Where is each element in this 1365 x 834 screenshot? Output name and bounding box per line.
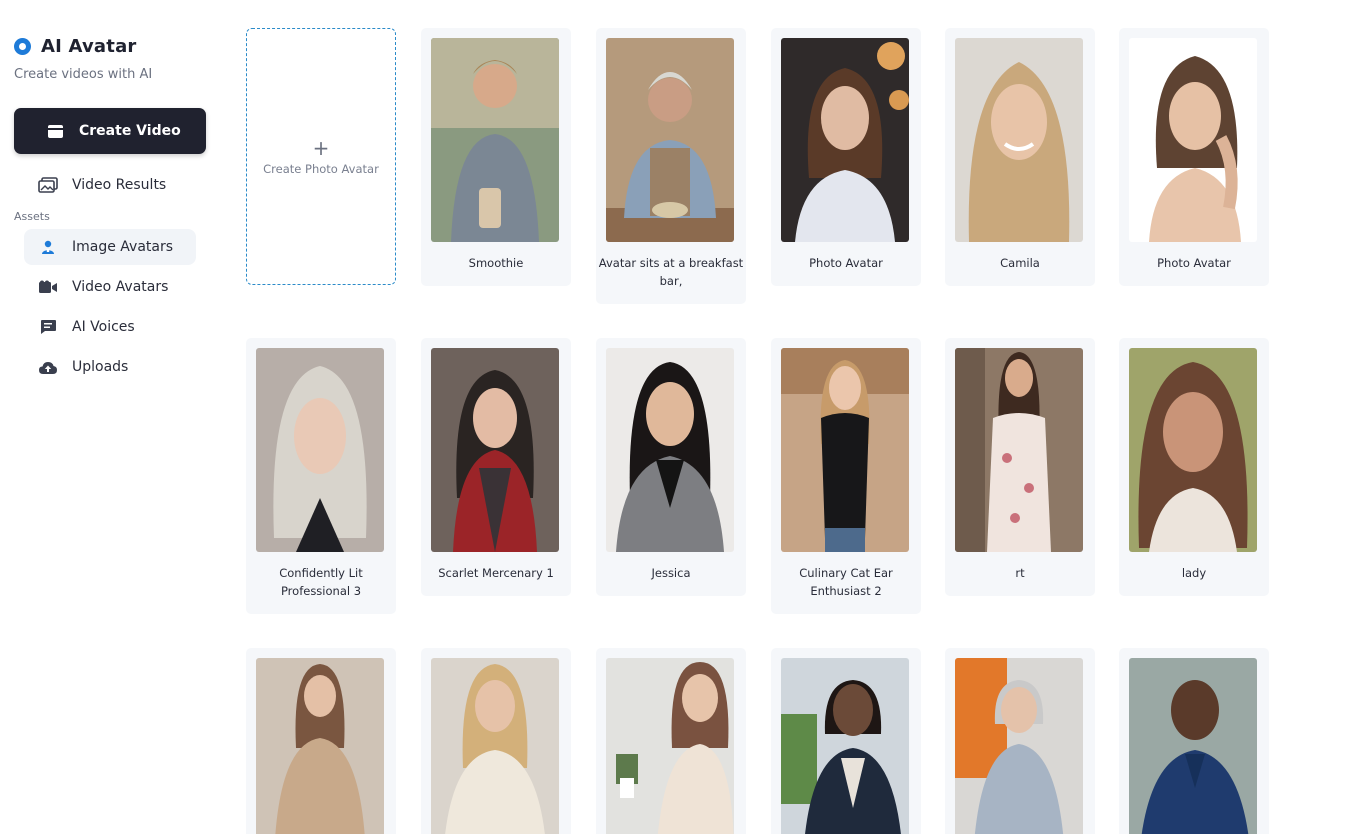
avatar-photo: [955, 658, 1083, 834]
avatar-card-photo-avatar-2[interactable]: Photo Avatar: [1119, 28, 1269, 286]
avatar-card-culinary-cat-ear[interactable]: Culinary Cat Ear Enthusiast 2: [771, 338, 921, 614]
avatar-photo: [955, 38, 1083, 242]
avatar-card[interactable]: [246, 648, 396, 834]
avatar-photo: [256, 348, 384, 552]
app-subtitle: Create videos with AI: [14, 67, 153, 82]
sidebar-item-label: Image Avatars: [72, 239, 174, 255]
avatar-name: Smoothie: [468, 256, 524, 270]
avatar-card[interactable]: [945, 648, 1095, 834]
avatar-photo: [606, 38, 734, 242]
chat-bubble-icon: [38, 319, 58, 335]
avatar-photo: [431, 348, 559, 552]
avatar-card-confidently-lit[interactable]: Confidently Lit Professional 3: [246, 338, 396, 614]
avatar-card-jessica[interactable]: Jessica: [596, 338, 746, 596]
avatar-card[interactable]: [421, 648, 571, 834]
create-video-button[interactable]: Create Video: [14, 108, 206, 154]
brand: AI Avatar: [14, 36, 137, 57]
sidebar-item-label: Video Avatars: [72, 279, 169, 295]
video-camera-icon: [38, 279, 58, 295]
avatar-name: rt: [1015, 566, 1025, 580]
sidebar-item-ai-voices[interactable]: AI Voices: [24, 309, 196, 345]
avatar-photo: [606, 348, 734, 552]
sidebar-item-label: Uploads: [72, 359, 129, 375]
sidebar-item-label: AI Voices: [72, 319, 135, 335]
create-photo-avatar-tile[interactable]: + Create Photo Avatar: [246, 28, 396, 285]
sidebar-item-video-avatars[interactable]: Video Avatars: [24, 269, 196, 305]
avatar-photo: [431, 38, 559, 242]
create-video-label: Create Video: [79, 123, 181, 139]
avatar-photo: [1129, 348, 1257, 552]
avatar-photo: [1129, 658, 1257, 834]
avatar-photo: [781, 38, 909, 242]
avatar-name: Scarlet Mercenary 1: [438, 566, 554, 580]
sidebar-item-label: Video Results: [72, 177, 167, 193]
person-badge-icon: [38, 239, 58, 255]
avatar-card[interactable]: [1119, 648, 1269, 834]
avatar-name: Avatar sits at a breakfast bar,: [598, 256, 744, 288]
sidebar-item-uploads[interactable]: Uploads: [24, 349, 196, 385]
avatar-card-smoothie[interactable]: Smoothie: [421, 28, 571, 286]
app-title: AI Avatar: [41, 36, 137, 57]
sidebar-item-image-avatars[interactable]: Image Avatars: [24, 229, 196, 265]
avatar-name: lady: [1181, 566, 1207, 580]
avatar-name: Camila: [1000, 256, 1040, 270]
logo-icon: [14, 38, 31, 55]
plus-icon: +: [312, 135, 330, 160]
avatar-photo: [781, 348, 909, 552]
avatar-card-lady[interactable]: lady: [1119, 338, 1269, 596]
avatar-name: Photo Avatar: [809, 256, 883, 270]
avatar-card-camila[interactable]: Camila: [945, 28, 1095, 286]
avatar-photo: [431, 658, 559, 834]
avatar-card-breakfast-bar[interactable]: Avatar sits at a breakfast bar,: [596, 28, 746, 304]
photo-stack-icon: [38, 177, 58, 193]
avatar-name: Culinary Cat Ear Enthusiast 2: [799, 566, 893, 598]
avatar-photo: [781, 658, 909, 834]
sidebar-item-video-results[interactable]: Video Results: [24, 167, 196, 203]
avatar-photo: [1129, 38, 1257, 242]
cloud-upload-icon: [38, 359, 58, 375]
clapperboard-icon: [48, 124, 63, 138]
avatar-photo: [606, 658, 734, 834]
avatar-card-rt[interactable]: rt: [945, 338, 1095, 596]
avatar-photo: [955, 348, 1083, 552]
avatar-name: Photo Avatar: [1157, 256, 1231, 270]
create-photo-avatar-label: Create Photo Avatar: [263, 161, 379, 176]
avatar-card[interactable]: [771, 648, 921, 834]
assets-section-label: Assets: [14, 210, 50, 223]
sidebar: AI Avatar Create videos with AI Create V…: [0, 0, 222, 834]
avatar-card-photo-avatar-1[interactable]: Photo Avatar: [771, 28, 921, 286]
avatar-name: Jessica: [651, 566, 691, 580]
avatar-photo: [256, 658, 384, 834]
avatar-card-scarlet-mercenary[interactable]: Scarlet Mercenary 1: [421, 338, 571, 596]
avatar-name: Confidently Lit Professional 3: [279, 566, 363, 598]
avatar-card[interactable]: [596, 648, 746, 834]
